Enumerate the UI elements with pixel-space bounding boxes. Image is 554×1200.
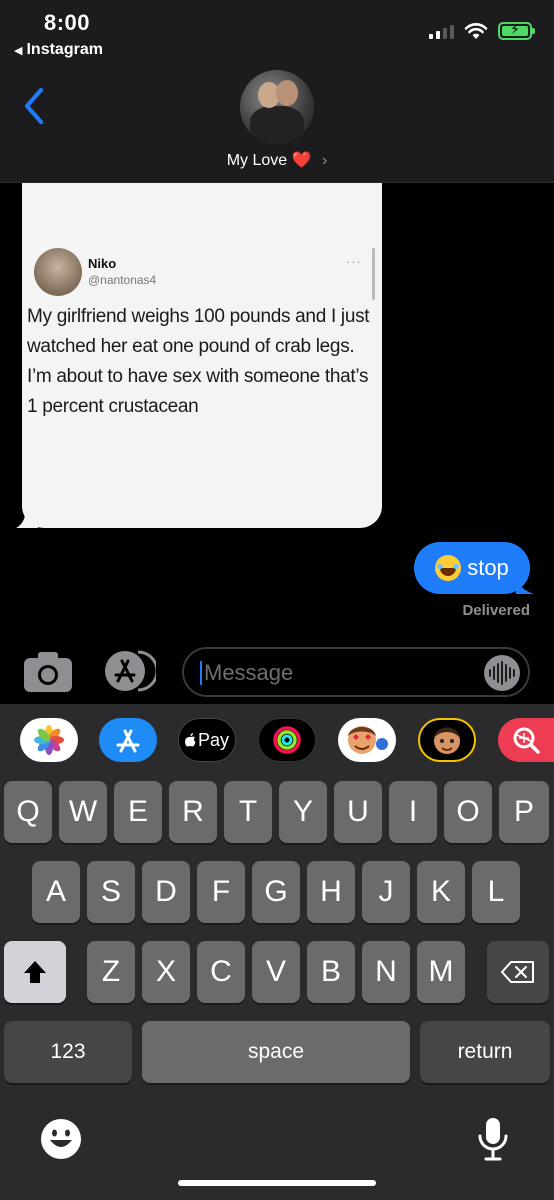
- message-input[interactable]: Message: [182, 647, 530, 697]
- photos-app-button[interactable]: [20, 718, 78, 762]
- back-chevron-icon[interactable]: [22, 86, 46, 126]
- key-l[interactable]: L: [472, 861, 520, 923]
- memoji-stickers-icon: [348, 726, 388, 754]
- key-k[interactable]: K: [417, 861, 465, 923]
- bubble-tail: [16, 508, 38, 528]
- status-indicators: ⚡: [429, 21, 535, 40]
- camera-icon[interactable]: [24, 652, 72, 692]
- key-a[interactable]: A: [32, 861, 80, 923]
- laughing-emoji-icon: [435, 555, 462, 581]
- key-o[interactable]: O: [444, 781, 492, 843]
- back-to-app-link[interactable]: ◀ Instagram: [14, 41, 103, 59]
- home-indicator[interactable]: [178, 1180, 376, 1186]
- image-search-button[interactable]: [498, 718, 554, 762]
- key-n[interactable]: N: [362, 941, 410, 1003]
- shift-arrow-icon: [24, 961, 46, 983]
- key-j[interactable]: J: [362, 861, 410, 923]
- more-options-icon: ···: [346, 254, 362, 269]
- key-x[interactable]: X: [142, 941, 190, 1003]
- apple-logo-icon: [185, 733, 196, 747]
- tweet-author-handle: @nantonas4: [88, 273, 157, 287]
- key-f[interactable]: F: [197, 861, 245, 923]
- key-p[interactable]: P: [499, 781, 549, 843]
- backspace-icon: [501, 961, 534, 983]
- key-e[interactable]: E: [114, 781, 162, 843]
- message-placeholder: Message: [204, 660, 294, 685]
- memoji-button[interactable]: [418, 718, 476, 762]
- key-c[interactable]: C: [197, 941, 245, 1003]
- apple-pay-label: Pay: [197, 729, 230, 750]
- tweet-text: My girlfriend weighs 100 pounds and I ju…: [27, 306, 370, 417]
- return-key[interactable]: return: [420, 1021, 550, 1083]
- dictation-mic-icon[interactable]: [476, 1116, 510, 1162]
- key-r[interactable]: R: [169, 781, 217, 843]
- memoji-stickers-button[interactable]: [338, 718, 396, 762]
- app-store-drawer-icon[interactable]: [104, 650, 156, 692]
- status-time: 8:00: [44, 10, 91, 35]
- heart-emoji: ❤️: [291, 152, 312, 169]
- back-app-label: Instagram: [26, 41, 103, 58]
- back-triangle-icon: ◀: [14, 44, 23, 57]
- sent-bubble-tail: [516, 576, 534, 594]
- sent-message-text: stop: [467, 555, 509, 580]
- key-z[interactable]: Z: [87, 941, 135, 1003]
- memoji-icon: [434, 727, 460, 754]
- key-h[interactable]: H: [307, 861, 355, 923]
- key-y[interactable]: Y: [279, 781, 327, 843]
- app-store-button[interactable]: [99, 718, 157, 762]
- contact-name: My Love: [226, 152, 288, 169]
- sent-message-bubble[interactable]: stop: [414, 542, 530, 594]
- chevron-right-icon: ›: [321, 152, 328, 169]
- key-w[interactable]: W: [59, 781, 107, 843]
- text-cursor: [200, 661, 202, 685]
- delete-key[interactable]: [487, 941, 549, 1003]
- conversation-header: 8:00 ◀ Instagram ⚡ My Love ❤️ ›: [0, 0, 554, 183]
- activity-button[interactable]: [258, 718, 316, 762]
- numbers-key[interactable]: 123: [4, 1021, 132, 1083]
- contact-name-button[interactable]: My Love ❤️ ›: [0, 150, 554, 170]
- key-d[interactable]: D: [142, 861, 190, 923]
- space-key[interactable]: space: [142, 1021, 410, 1083]
- key-u[interactable]: U: [334, 781, 382, 843]
- key-i[interactable]: I: [389, 781, 437, 843]
- apple-pay-button[interactable]: Pay: [178, 718, 236, 762]
- tweet-author-name: Niko: [88, 256, 117, 271]
- key-s[interactable]: S: [87, 861, 135, 923]
- key-g[interactable]: G: [252, 861, 300, 923]
- battery-charging-icon: ⚡: [498, 21, 535, 40]
- key-t[interactable]: T: [224, 781, 272, 843]
- audio-message-icon[interactable]: [484, 655, 520, 691]
- emoji-keyboard-icon[interactable]: [40, 1118, 82, 1160]
- cellular-signal-icon: [429, 23, 454, 39]
- delivery-status: Delivered: [462, 602, 530, 619]
- shift-key[interactable]: [4, 941, 66, 1003]
- key-q[interactable]: Q: [4, 781, 52, 843]
- key-b[interactable]: B: [307, 941, 355, 1003]
- search-images-icon: [513, 727, 540, 754]
- photos-icon: [34, 725, 64, 755]
- tweet-scroll-indicator: [372, 248, 375, 300]
- wifi-icon: [464, 23, 488, 39]
- key-m[interactable]: M: [417, 941, 465, 1003]
- tweet-author-avatar: [34, 248, 82, 296]
- key-v[interactable]: V: [252, 941, 300, 1003]
- activity-icon: [273, 726, 301, 754]
- app-store-icon: [116, 729, 140, 753]
- contact-avatar[interactable]: [240, 70, 314, 144]
